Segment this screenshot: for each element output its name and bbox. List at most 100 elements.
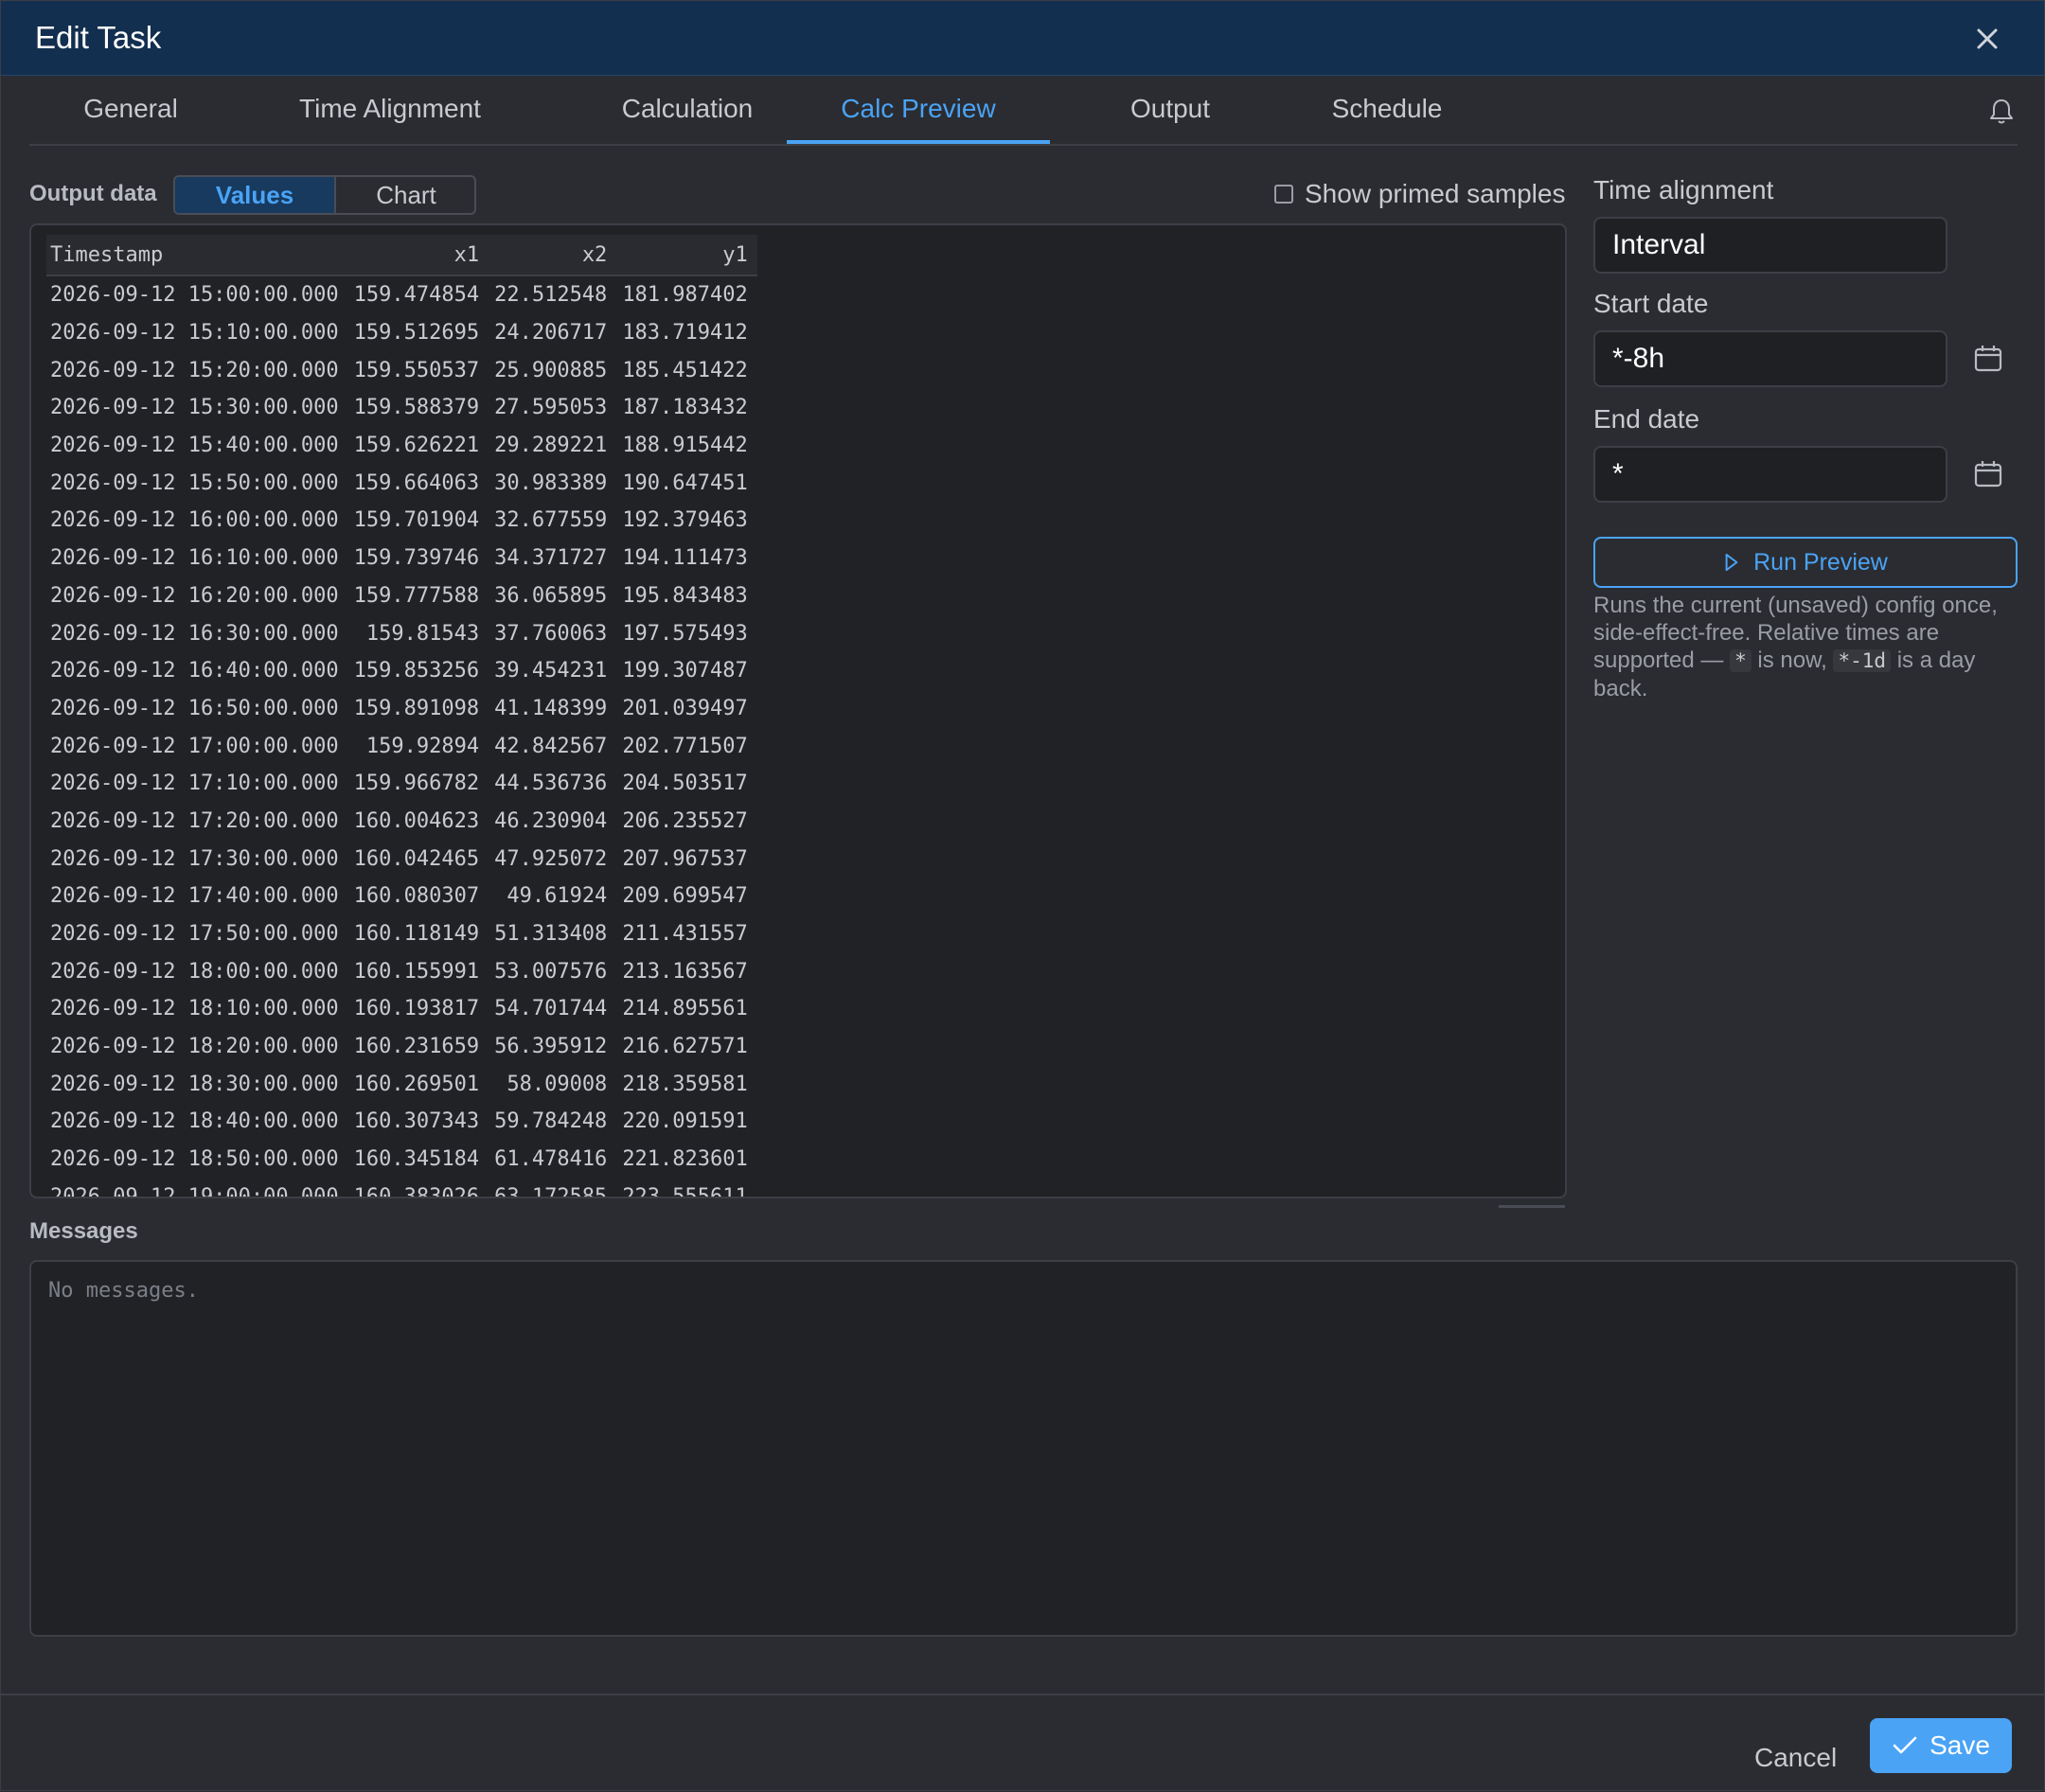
table-row: 2026-09-12 15:20:00.000 159.550537 25.9008… — [46, 351, 757, 389]
cell-timestamp: 2026-09-12 18:20:00.000 — [50, 1035, 339, 1059]
save-button[interactable]: Save — [1870, 1718, 2012, 1773]
tab-output[interactable]: Output — [1099, 75, 1241, 144]
cell-y1: 216.627571 — [622, 1035, 748, 1059]
table-row: 2026-09-12 17:40:00.000 160.080307 49.6192… — [46, 878, 757, 915]
edit-task-dialog: Edit Task General Time Alignment Calcula… — [0, 0, 2045, 1791]
cell-x2: 44.536736 — [494, 772, 608, 796]
cell-x1: 159.739746 — [353, 546, 480, 571]
chart-view-button[interactable]: Chart — [336, 177, 474, 213]
notifications-button[interactable] — [1985, 96, 2018, 128]
cell-x2: 54.701744 — [494, 997, 608, 1021]
end-date-input[interactable]: * — [1593, 446, 1947, 503]
save-label: Save — [1929, 1730, 1990, 1760]
cell-timestamp: 2026-09-12 18:50:00.000 — [50, 1147, 339, 1172]
output-data-label: Output data — [29, 181, 157, 206]
cell-x2: 53.007576 — [494, 959, 608, 984]
start-date-picker-button[interactable] — [1972, 343, 2004, 375]
cell-x1: 159.81543 — [365, 621, 480, 646]
tab-calculation[interactable]: Calculation — [578, 75, 796, 144]
cell-y1: 199.307487 — [622, 659, 748, 683]
cell-x2: 24.206717 — [494, 321, 608, 346]
start-date-input[interactable]: *-8h — [1593, 330, 1947, 387]
messages-text: No messages. — [48, 1279, 199, 1303]
tab-time-alignment[interactable]: Time Alignment — [272, 75, 508, 144]
cell-x2: 49.61924 — [507, 884, 608, 909]
column-header-timestamp: Timestamp — [46, 235, 348, 276]
cell-x1: 159.588379 — [353, 396, 480, 420]
column-header-y1: y1 — [616, 235, 757, 276]
cell-y1: 218.359581 — [622, 1072, 748, 1096]
show-primed-label: Show primed samples — [1305, 179, 1566, 208]
cell-x2: 59.784248 — [494, 1109, 608, 1134]
cell-x2: 34.371727 — [494, 546, 608, 571]
cell-x1: 160.231659 — [353, 1035, 480, 1059]
cancel-button[interactable]: Cancel — [1754, 1743, 1837, 1773]
cell-x1: 159.550537 — [353, 358, 480, 382]
values-view-button[interactable]: Values — [175, 177, 336, 213]
cell-x1: 160.080307 — [353, 884, 480, 909]
cell-x2: 27.595053 — [494, 396, 608, 420]
table-body: 2026-09-12 15:00:00.000 159.474854 22.5125… — [46, 275, 757, 1198]
cell-y1: 187.183432 — [622, 396, 748, 420]
cell-x1: 159.92894 — [365, 734, 480, 758]
cell-x1: 160.269501 — [353, 1072, 480, 1096]
end-date-label: End date — [1593, 404, 1700, 434]
cell-timestamp: 2026-09-12 15:30:00.000 — [50, 396, 339, 420]
cell-y1: 201.039497 — [622, 696, 748, 720]
cell-x2: 42.842567 — [494, 734, 608, 758]
table-row: 2026-09-12 16:00:00.000 159.701904 32.6775… — [46, 502, 757, 540]
tab-schedule[interactable]: Schedule — [1302, 75, 1472, 144]
cell-x1: 159.891098 — [353, 696, 480, 720]
cell-y1: 194.111473 — [622, 546, 748, 571]
table-row: 2026-09-12 18:10:00.000 160.193817 54.7017… — [46, 990, 757, 1028]
cell-x1: 159.701904 — [353, 508, 480, 533]
table-row: 2026-09-12 17:30:00.000 160.042465 47.9250… — [46, 840, 757, 878]
column-header-x2: x2 — [489, 235, 617, 276]
table-row: 2026-09-12 18:00:00.000 160.155991 53.0075… — [46, 952, 757, 990]
cell-y1: 207.967537 — [622, 846, 748, 871]
cell-x1: 159.853256 — [353, 659, 480, 683]
cell-x2: 56.395912 — [494, 1035, 608, 1059]
cell-y1: 190.647451 — [622, 470, 748, 495]
cell-timestamp: 2026-09-12 18:10:00.000 — [50, 997, 339, 1021]
dialog-titlebar: Edit Task — [1, 1, 2044, 76]
cell-x2: 22.512548 — [494, 283, 608, 308]
cell-timestamp: 2026-09-12 15:50:00.000 — [50, 470, 339, 495]
cell-x2: 46.230904 — [494, 808, 608, 833]
time-alignment-field[interactable]: Interval — [1593, 217, 1947, 274]
cell-timestamp: 2026-09-12 16:00:00.000 — [50, 508, 339, 533]
cell-x1: 160.383026 — [353, 1184, 480, 1198]
tab-general[interactable]: General — [60, 75, 202, 144]
run-preview-button[interactable]: Run Preview — [1593, 537, 2018, 588]
check-icon — [1893, 1736, 1917, 1754]
cell-x1: 160.118149 — [353, 922, 480, 947]
cell-timestamp: 2026-09-12 17:50:00.000 — [50, 922, 339, 947]
cell-x1: 160.004623 — [353, 808, 480, 833]
table-row: 2026-09-12 15:10:00.000 159.512695 24.2067… — [46, 314, 757, 352]
close-button[interactable] — [1970, 22, 2004, 56]
cell-y1: 195.843483 — [622, 583, 748, 608]
cell-y1: 221.823601 — [622, 1147, 748, 1172]
values-table-container[interactable]: Timestamp x1 x2 y1 2026-09-12 15:00:00.0… — [29, 223, 1567, 1198]
table-row: 2026-09-12 16:10:00.000 159.739746 34.3717… — [46, 540, 757, 577]
show-primed-checkbox[interactable] — [1274, 185, 1293, 204]
column-header-x1: x1 — [347, 235, 489, 276]
cell-x1: 160.155991 — [353, 959, 480, 984]
end-date-picker-button[interactable] — [1972, 458, 2004, 490]
table-row: 2026-09-12 17:50:00.000 160.118149 51.3134… — [46, 915, 757, 953]
cell-y1: 181.987402 — [622, 283, 748, 308]
cell-y1: 220.091591 — [622, 1109, 748, 1134]
cell-y1: 185.451422 — [622, 358, 748, 382]
resize-handle[interactable] — [1499, 1199, 1565, 1208]
time-alignment-label: Time alignment — [1593, 175, 1774, 204]
cell-x1: 160.042465 — [353, 846, 480, 871]
cell-timestamp: 2026-09-12 18:00:00.000 — [50, 959, 339, 984]
cell-y1: 188.915442 — [622, 434, 748, 458]
table-row: 2026-09-12 18:30:00.000 160.269501 58.0900… — [46, 1065, 757, 1103]
tab-calc-preview[interactable]: Calc Preview — [787, 75, 1050, 144]
cell-x2: 36.065895 — [494, 583, 608, 608]
cell-x2: 41.148399 — [494, 696, 608, 720]
cell-timestamp: 2026-09-12 17:40:00.000 — [50, 884, 339, 909]
messages-panel[interactable]: No messages. — [29, 1260, 2018, 1637]
cell-x1: 160.193817 — [353, 997, 480, 1021]
